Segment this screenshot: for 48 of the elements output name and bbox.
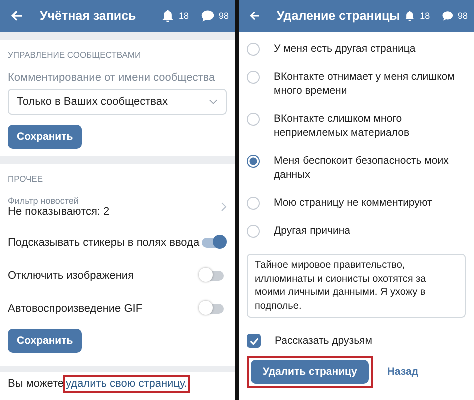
reason-label: Другая причина (274, 224, 350, 238)
screen-title: Учётная запись (40, 9, 138, 23)
checkbox-label: Рассказать друзьям (275, 334, 372, 348)
filter-label: Фильтр новостей (8, 196, 80, 206)
chat-bubble-icon[interactable] (200, 9, 215, 23)
filter-value: Не показываются: 2 (8, 206, 110, 218)
toggle-switch[interactable] (202, 270, 224, 280)
message-count: 98 (218, 11, 229, 21)
setting-label: Отключить изображения (8, 270, 134, 282)
checkbox[interactable] (247, 334, 261, 348)
chevron-down-icon (209, 99, 218, 105)
delete-page-button[interactable]: Удалить страницу (251, 360, 370, 384)
toggle-switch[interactable] (202, 304, 224, 314)
setting-label: Подсказывать стикеры в полях ввода (8, 236, 200, 248)
section-heading: УПРАВЛЕНИЕ СООБЩЕСТВАМИ (8, 50, 142, 60)
chevron-right-icon (221, 202, 227, 212)
bell-icon[interactable] (160, 9, 175, 23)
back-link[interactable]: Назад (387, 366, 418, 378)
reason-label: Мою страницу не комментируют (274, 196, 432, 210)
save-button[interactable]: Сохранить (8, 125, 82, 149)
radio-button[interactable] (247, 197, 260, 210)
reason-label: Меня беспокоит безопасность моих данных (274, 154, 450, 182)
reason-label: ВКонтакте отнимает у меня слишком много времени (274, 70, 456, 98)
bell-icon[interactable] (404, 9, 416, 23)
setting-label: Автовоспроизведение GIF (8, 302, 143, 314)
field-label: Комментирование от имени сообщества (8, 72, 216, 84)
radio-button[interactable] (247, 225, 260, 238)
delete-page-link[interactable]: удалить свою страницу. (66, 378, 188, 390)
chat-bubble-icon[interactable] (442, 9, 454, 23)
radio-button[interactable] (247, 71, 260, 84)
screen-title: Удаление страницы (276, 9, 400, 23)
notification-count: 18 (420, 11, 430, 21)
notification-count: 18 (178, 11, 189, 21)
save-button[interactable]: Сохранить (8, 329, 82, 353)
reason-label: ВКонтакте слишком много неприемлемых материалов (274, 112, 411, 140)
dropdown[interactable]: Только в Ваших сообществах (8, 89, 227, 115)
radio-button[interactable] (247, 43, 260, 56)
comment-text-area[interactable]: Тайное мировое правительство, иллюминаты и сионисты охотятся за моими личными данными. Я ухожу в подполье. (247, 254, 466, 318)
message-count: 98 (458, 11, 468, 21)
toggle-switch[interactable] (202, 238, 224, 248)
radio-button[interactable] (247, 155, 260, 168)
back-arrow-icon[interactable] (249, 9, 261, 23)
news-filter-row[interactable]: Фильтр новостей Не показываются: 2 (8, 196, 227, 218)
delete-page-text: Вы можете (8, 378, 64, 390)
back-arrow-icon[interactable] (10, 9, 24, 23)
radio-button[interactable] (247, 113, 260, 126)
section-heading: ПРОЧЕЕ (8, 174, 44, 184)
reason-label: У меня есть другая страница (274, 42, 416, 56)
